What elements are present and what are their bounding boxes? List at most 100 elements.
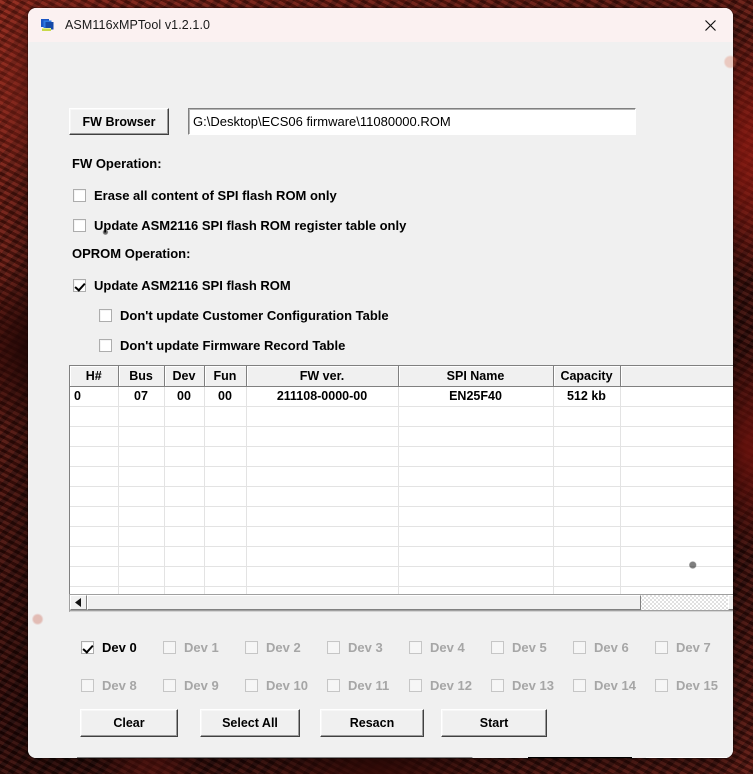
table-column-header-dev[interactable]: Dev bbox=[164, 366, 205, 387]
device-checkbox-label: Dev 13 bbox=[512, 677, 554, 693]
table-row-empty[interactable] bbox=[70, 486, 733, 507]
table-cell-capacity: 512 kb bbox=[553, 386, 621, 407]
device-checkbox-6: Dev 6 bbox=[573, 639, 655, 655]
table-column-header-bus[interactable]: Bus bbox=[118, 366, 165, 387]
arrow-left-icon[interactable] bbox=[70, 595, 87, 610]
table-row-empty[interactable] bbox=[70, 546, 733, 567]
device-checkbox-label: Dev 15 bbox=[676, 677, 718, 693]
dialog-client-area: FW Browser G:\Desktop\ECS06 firmware\110… bbox=[28, 42, 733, 758]
table-column-header-fun[interactable]: Fun bbox=[204, 366, 247, 387]
table-cell-empty bbox=[204, 426, 247, 447]
table-column-header-status[interactable]: Statu bbox=[620, 366, 733, 387]
table-row-empty[interactable] bbox=[70, 426, 733, 447]
checkbox-box bbox=[573, 678, 586, 692]
table-cell-empty bbox=[118, 426, 165, 447]
table-row[interactable]: 0 07 00 00 211108-0000-00 EN25F40 512 kb bbox=[70, 386, 733, 407]
table-row-empty[interactable] bbox=[70, 466, 733, 487]
table-row-empty[interactable] bbox=[70, 526, 733, 547]
device-table-body-scroll: 0 07 00 00 211108-0000-00 EN25F40 512 kb bbox=[70, 386, 733, 612]
fw-path-value: G:\Desktop\ECS06 firmware\11080000.ROM bbox=[193, 114, 451, 129]
window-title: ASM116xMPTool v1.2.1.0 bbox=[65, 17, 211, 32]
checkbox-skip-customer-config-table[interactable]: Don't update Customer Configuration Tabl… bbox=[99, 307, 389, 323]
checkbox-box bbox=[573, 640, 586, 654]
checkbox-box bbox=[81, 678, 94, 692]
table-cell-empty bbox=[204, 446, 247, 467]
table-cell-spiname: EN25F40 bbox=[398, 386, 554, 407]
table-cell-empty bbox=[70, 486, 119, 507]
table-cell-empty bbox=[246, 486, 399, 507]
device-checkbox-label: Dev 1 bbox=[184, 639, 219, 655]
table-cell-empty bbox=[620, 546, 733, 567]
scrollbar-track[interactable] bbox=[641, 595, 729, 610]
device-checkbox-8: Dev 8 bbox=[81, 677, 163, 693]
table-cell-empty bbox=[398, 526, 554, 547]
arrow-right-icon[interactable] bbox=[728, 595, 733, 610]
table-cell-empty bbox=[204, 406, 247, 427]
table-horizontal-scrollbar[interactable] bbox=[69, 594, 733, 611]
checkbox-update-spi-flash-rom[interactable]: Update ASM2116 SPI flash ROM bbox=[73, 277, 291, 293]
checkbox-box bbox=[409, 640, 422, 654]
table-cell-empty bbox=[620, 526, 733, 547]
checkbox-box bbox=[655, 640, 668, 654]
table-cell-empty bbox=[398, 466, 554, 487]
scrollbar-thumb[interactable] bbox=[87, 595, 641, 610]
app-logo-icon bbox=[39, 16, 56, 33]
table-cell-fun: 00 bbox=[204, 386, 247, 407]
checkbox-update-register-table[interactable]: Update ASM2116 SPI flash ROM register ta… bbox=[73, 217, 406, 233]
application-window: ASM116xMPTool v1.2.1.0 FW Browser G:\Des… bbox=[28, 8, 733, 758]
table-cell-empty bbox=[118, 546, 165, 567]
title-bar: ASM116xMPTool v1.2.1.0 bbox=[28, 8, 733, 42]
table-cell-empty bbox=[398, 546, 554, 567]
rescan-button[interactable]: Resacn bbox=[320, 709, 424, 737]
device-checkbox-0[interactable]: Dev 0 bbox=[81, 639, 163, 655]
table-cell-empty bbox=[553, 466, 621, 487]
close-icon[interactable] bbox=[687, 8, 733, 42]
start-button[interactable]: Start bbox=[441, 709, 547, 737]
table-cell-empty bbox=[398, 486, 554, 507]
clear-button[interactable]: Clear bbox=[80, 709, 178, 737]
select-all-button[interactable]: Select All bbox=[200, 709, 300, 737]
device-table[interactable]: H#BusDevFunFW ver.SPI NameCapacityStatu … bbox=[69, 365, 733, 612]
table-cell-empty bbox=[620, 566, 733, 587]
table-column-header-capacity[interactable]: Capacity bbox=[553, 366, 621, 387]
checkbox-box bbox=[99, 308, 112, 322]
checkbox-box bbox=[655, 678, 668, 692]
cancel-button[interactable]: Cancel bbox=[646, 757, 733, 758]
device-checkbox-15: Dev 15 bbox=[655, 677, 733, 693]
device-checkbox-1: Dev 1 bbox=[163, 639, 245, 655]
checkbox-box bbox=[163, 640, 176, 654]
table-cell-empty bbox=[398, 566, 554, 587]
fw-path-input[interactable]: G:\Desktop\ECS06 firmware\11080000.ROM bbox=[188, 108, 636, 135]
table-cell-empty bbox=[164, 446, 205, 467]
device-checkbox-9: Dev 9 bbox=[163, 677, 245, 693]
device-checkbox-label: Dev 11 bbox=[348, 677, 390, 693]
checkbox-box bbox=[327, 640, 340, 654]
table-cell-empty bbox=[204, 526, 247, 547]
ok-button[interactable]: OK bbox=[528, 757, 632, 758]
checkbox-box bbox=[99, 338, 112, 352]
table-cell-empty bbox=[246, 546, 399, 567]
checkbox-box bbox=[81, 640, 94, 654]
checkbox-erase-all-spi-flash[interactable]: Erase all content of SPI flash ROM only bbox=[73, 187, 337, 203]
table-cell-empty bbox=[70, 506, 119, 527]
table-cell-empty bbox=[246, 406, 399, 427]
table-column-header-fwver[interactable]: FW ver. bbox=[246, 366, 399, 387]
table-row-empty[interactable] bbox=[70, 446, 733, 467]
table-row-empty[interactable] bbox=[70, 506, 733, 527]
table-column-header-h[interactable]: H# bbox=[70, 366, 119, 387]
checkbox-box bbox=[245, 640, 258, 654]
table-cell-empty bbox=[118, 466, 165, 487]
checkbox-skip-firmware-record-table[interactable]: Don't update Firmware Record Table bbox=[99, 337, 345, 353]
fw-browser-button[interactable]: FW Browser bbox=[69, 108, 169, 135]
checkbox-box bbox=[163, 678, 176, 692]
table-cell-empty bbox=[70, 566, 119, 587]
table-cell-empty bbox=[70, 446, 119, 467]
table-row-empty[interactable] bbox=[70, 566, 733, 587]
table-row-empty[interactable] bbox=[70, 406, 733, 427]
table-cell-empty bbox=[246, 526, 399, 547]
table-cell-empty bbox=[70, 526, 119, 547]
table-column-header-spiname[interactable]: SPI Name bbox=[398, 366, 554, 387]
table-cell-empty bbox=[204, 486, 247, 507]
device-table-body: 0 07 00 00 211108-0000-00 EN25F40 512 kb bbox=[70, 386, 733, 607]
table-cell-empty bbox=[70, 546, 119, 567]
